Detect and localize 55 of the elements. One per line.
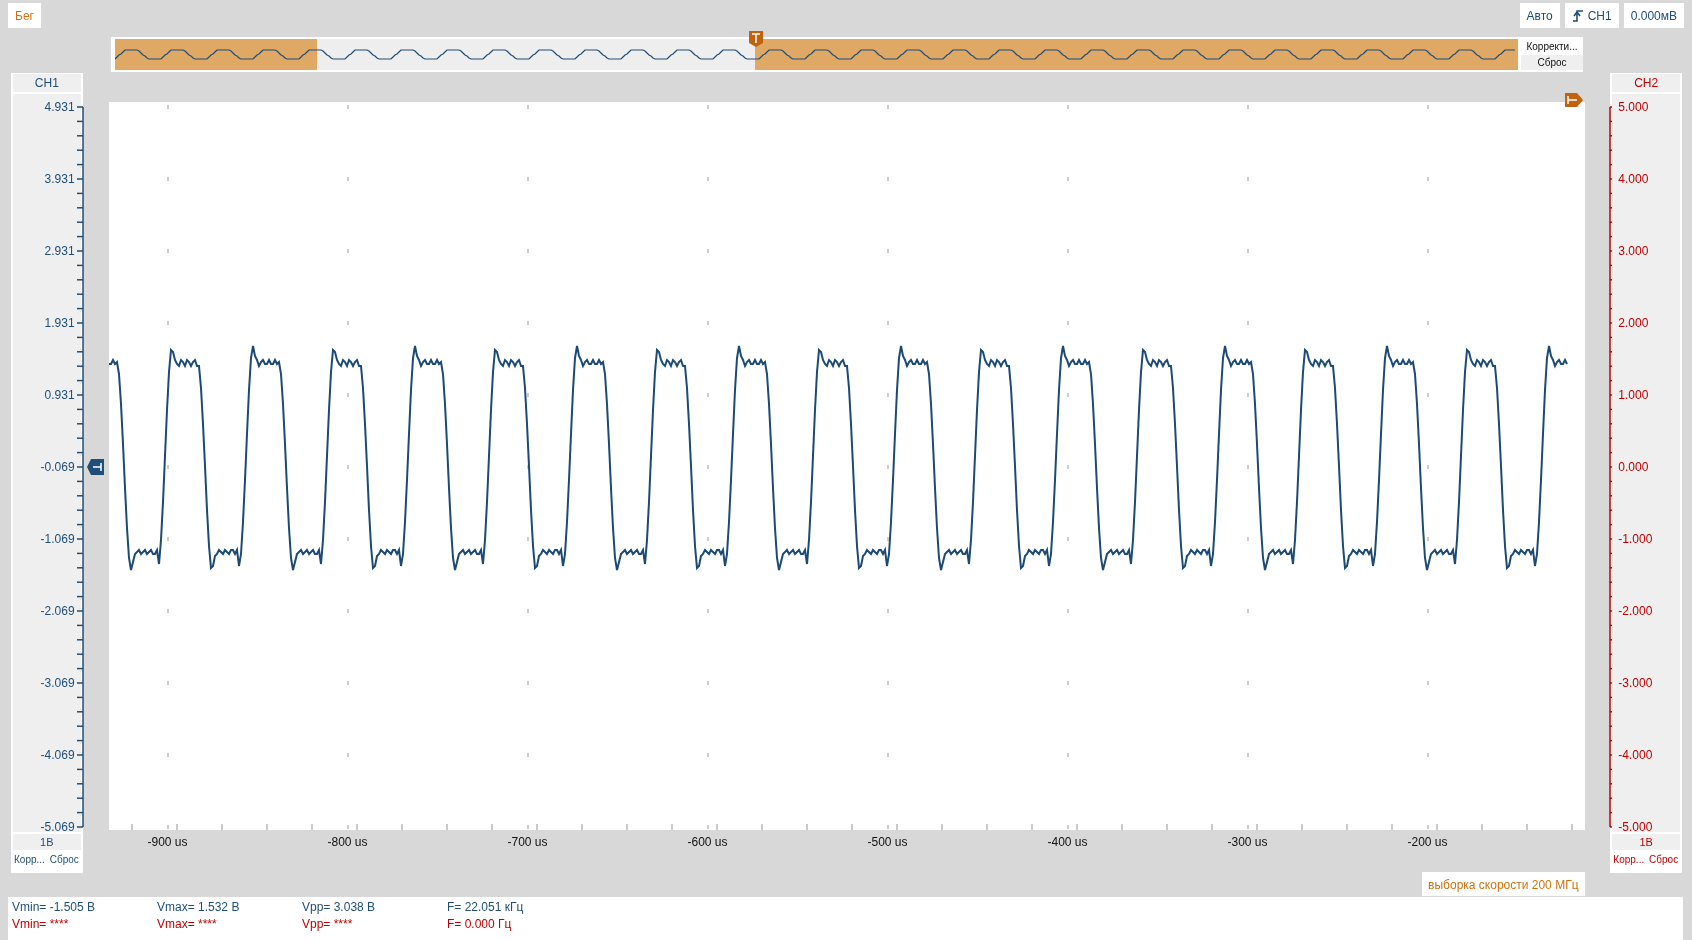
measurement-reading: Vpp= **** bbox=[302, 917, 354, 934]
reset-button[interactable]: Сброс bbox=[47, 851, 81, 868]
reset-button[interactable]: Сброс bbox=[1647, 851, 1680, 868]
axis-tick-label: -3.000 bbox=[1618, 675, 1653, 690]
time-axis-label: -700 us bbox=[507, 834, 548, 849]
axis-tick-label: 1.000 bbox=[1618, 387, 1649, 402]
reset-button[interactable]: Сброс bbox=[1521, 54, 1583, 70]
run-button[interactable]: Бег bbox=[8, 3, 41, 28]
trigger-level-button[interactable]: 0.000мВ bbox=[1623, 3, 1684, 28]
trigger-marker-icon[interactable] bbox=[749, 30, 763, 47]
overview-strip[interactable] bbox=[115, 38, 1518, 70]
axis-tick-label: 0.000 bbox=[1618, 459, 1649, 474]
time-axis-label: -600 us bbox=[687, 834, 728, 849]
measurement-reading: F= 0.000 Гц bbox=[447, 917, 513, 934]
axis-tick-label: -1.000 bbox=[1618, 531, 1653, 546]
time-axis-label: -900 us bbox=[147, 834, 188, 849]
channel-label[interactable]: CH2 bbox=[1612, 73, 1680, 92]
time-axis-label: -300 us bbox=[1227, 834, 1268, 849]
measurement-reading: Vmax= **** bbox=[157, 917, 218, 934]
axis-tick-label: -4.000 bbox=[1618, 747, 1653, 762]
axis-tick-label: -1.069 bbox=[40, 531, 75, 546]
volts-per-division[interactable]: 1В bbox=[13, 833, 81, 850]
axis-tick-label: 5.000 bbox=[1618, 99, 1649, 114]
rising-edge-icon bbox=[1571, 8, 1584, 23]
axis-tick-label: -0.069 bbox=[40, 459, 75, 474]
axis-tick-label: 0.931 bbox=[44, 387, 75, 402]
channel-marker-icon[interactable] bbox=[86, 458, 104, 475]
trigger-position-icon[interactable] bbox=[1564, 92, 1583, 107]
axis-tick-label: -4.069 bbox=[40, 747, 75, 762]
channel-label[interactable]: CH1 bbox=[13, 73, 81, 92]
axis-tick-label: 4.000 bbox=[1618, 171, 1649, 186]
trigger-source-button[interactable]: CH1 bbox=[1564, 3, 1619, 28]
measurement-reading: Vpp= 3.038 В bbox=[302, 900, 377, 917]
time-axis-label: -200 us bbox=[1407, 834, 1448, 849]
sample-rate-label: выборка скорости 200 МГц bbox=[1422, 871, 1585, 896]
axis-tick-label: 4.931 bbox=[44, 99, 75, 114]
axis-tick-label: 3.000 bbox=[1618, 243, 1649, 258]
measurement-reading: F= 22.051 кГц bbox=[447, 900, 525, 917]
axis-tick-label: 2.931 bbox=[44, 243, 75, 258]
time-axis-label: -400 us bbox=[1047, 834, 1088, 849]
measurement-reading: Vmin= **** bbox=[12, 917, 70, 934]
measurement-reading: Vmax= 1.532 В bbox=[157, 900, 241, 917]
axis-tick-label: -2.069 bbox=[40, 603, 75, 618]
axis-tick-label: 3.931 bbox=[44, 171, 75, 186]
volts-per-division[interactable]: 1В bbox=[1612, 833, 1680, 850]
axis-tick-label: -5.069 bbox=[40, 819, 75, 834]
axis-tick-label: 2.000 bbox=[1618, 315, 1649, 330]
axis-tick-label: -2.000 bbox=[1618, 603, 1653, 618]
measurement-reading: Vmin= -1.505 В bbox=[12, 900, 97, 917]
time-axis-label: -500 us bbox=[867, 834, 908, 849]
axis-tick-label: 1.931 bbox=[44, 315, 75, 330]
axis-tick-label: -5.000 bbox=[1618, 819, 1653, 834]
trigger-mode-button[interactable]: Авто bbox=[1519, 3, 1560, 28]
time-axis-label: -800 us bbox=[327, 834, 368, 849]
axis-tick-label: -3.069 bbox=[40, 675, 75, 690]
